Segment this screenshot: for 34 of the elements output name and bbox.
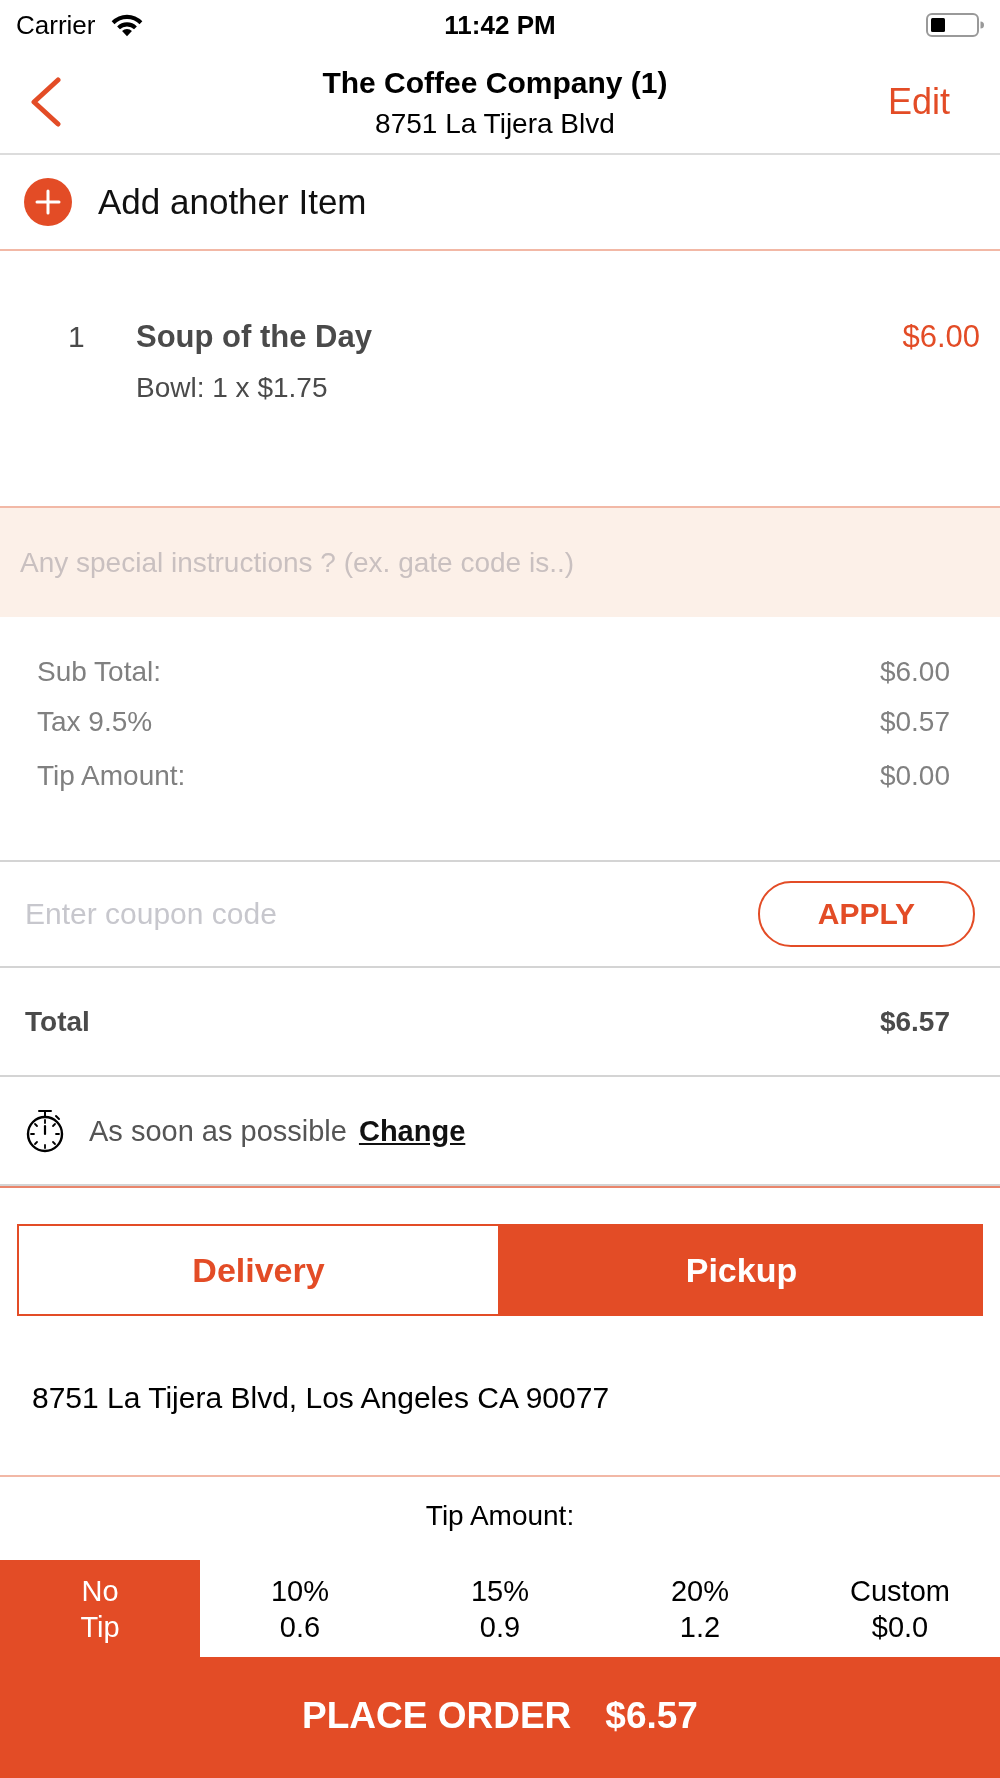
coupon-field[interactable]: Enter coupon code xyxy=(25,884,625,944)
battery-icon xyxy=(926,13,984,37)
total-label: Total xyxy=(25,1004,90,1039)
summary-label: Tax 9.5% xyxy=(37,705,153,739)
item-price: $6.00 xyxy=(902,318,980,356)
summary-label: Tip Amount: xyxy=(37,759,186,793)
status-time: 11:42 PM xyxy=(444,10,556,40)
apply-button[interactable]: APPLY xyxy=(758,881,975,947)
nav-title: The Coffee Company (1) xyxy=(322,64,668,101)
back-button[interactable] xyxy=(28,76,62,127)
add-circle-icon[interactable] xyxy=(24,178,72,226)
back-chevron-icon xyxy=(28,76,62,127)
schedule-text: As soon as possible xyxy=(89,1113,347,1148)
item-name: Soup of the Day xyxy=(136,318,372,356)
tip-title: Tip Amount: xyxy=(425,1498,575,1533)
summary-value: $0.00 xyxy=(879,759,950,793)
edit-button[interactable]: Edit xyxy=(887,80,950,123)
stopwatch-icon xyxy=(25,1108,65,1153)
order-type-tab[interactable]: Delivery xyxy=(17,1224,500,1316)
place-order-button[interactable]: PLACE ORDER $6.57 xyxy=(0,1657,1000,1778)
add-item-link[interactable]: Add another Item xyxy=(98,182,367,222)
tip-option[interactable]: No Tip xyxy=(0,1560,200,1657)
item-detail: Bowl: 1 x $1.75 xyxy=(136,371,328,405)
item-quantity: 1 xyxy=(68,319,86,355)
carrier-name: Carrier xyxy=(16,10,96,40)
wifi-icon xyxy=(111,13,144,37)
nav-subtitle: 8751 La Tijera Blvd xyxy=(375,106,615,141)
total-value: $6.57 xyxy=(879,1004,950,1039)
summary-label: Sub Total: xyxy=(37,655,162,689)
summary-value: $0.57 xyxy=(879,705,950,739)
change-link[interactable]: Change xyxy=(358,1113,466,1148)
summary-value: $6.00 xyxy=(879,655,950,689)
order-type-tab[interactable]: Pickup xyxy=(500,1224,983,1316)
address-text: 8751 La Tijera Blvd, Los Angeles CA 90077 xyxy=(31,1380,610,1416)
